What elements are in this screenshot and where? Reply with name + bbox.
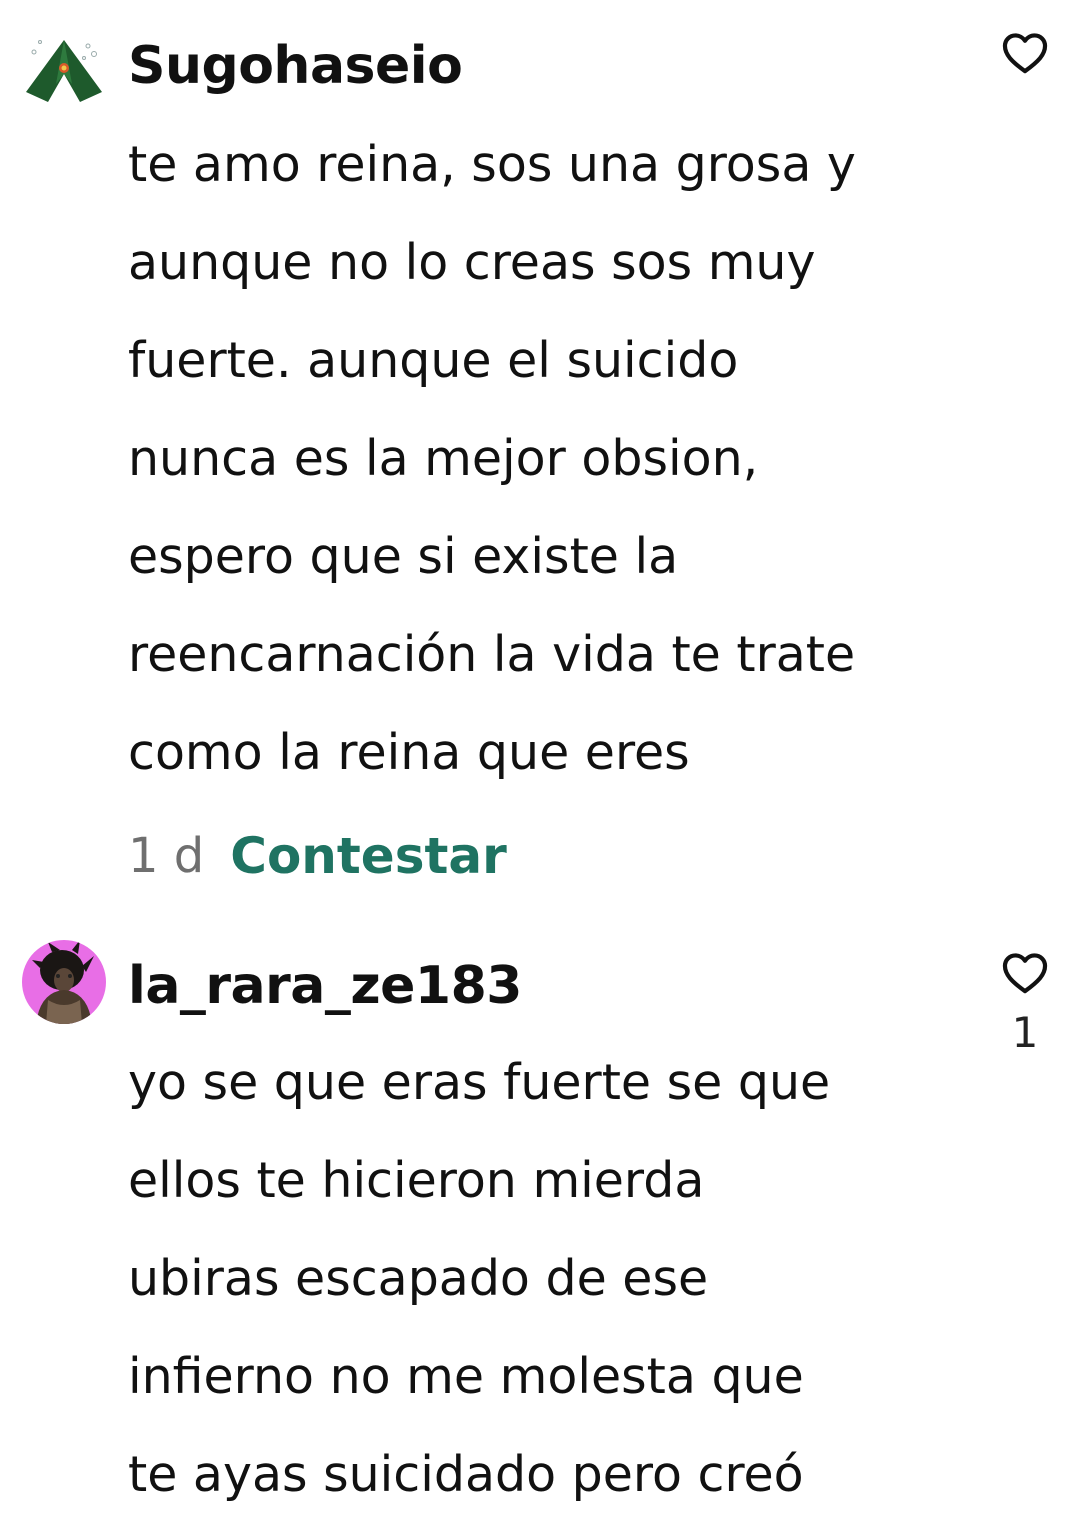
- avatar[interactable]: [22, 28, 106, 112]
- comment-text-line: como la reina que eres: [128, 724, 690, 781]
- comment-1: Sugohaseio te amo reina, sos una grosa y…: [0, 0, 1080, 900]
- heart-outline-icon: [1002, 953, 1048, 994]
- comment-text-line: te amo reina, sos una grosa y: [128, 136, 856, 193]
- green-tent-avatar-icon: [22, 28, 106, 112]
- like-count: 1: [1011, 1008, 1039, 1057]
- comment-text-line: yo se que eras fuerte se que: [128, 1054, 831, 1111]
- comment-2: la_rara_ze183 yo se que eras fuerte se q…: [0, 900, 1080, 1540]
- dark-figure-avatar-icon: [22, 940, 106, 1024]
- comment-text-line: reencarnación la vida te trate: [128, 626, 856, 683]
- like-button[interactable]: [994, 32, 1056, 74]
- heart-outline-icon: [1002, 33, 1048, 74]
- avatar[interactable]: [22, 940, 106, 1024]
- comment-text-line: nunca es la mejor obsion,: [128, 430, 759, 487]
- username[interactable]: la_rara_ze183: [128, 960, 522, 1012]
- reply-button[interactable]: Contestar: [230, 827, 507, 885]
- comment-meta: 1 d Contestar: [128, 826, 507, 886]
- comment-text-line: infierno no me molesta que: [128, 1348, 804, 1405]
- like-button[interactable]: 1: [994, 952, 1056, 1054]
- comment-text-line: fuerte. aunque el suicido: [128, 332, 739, 389]
- comment-text-line: te ayas suicidado pero creó: [128, 1446, 804, 1503]
- comment-text: yo se que eras fuerte se que ellos te hi…: [128, 1034, 968, 1524]
- username[interactable]: Sugohaseio: [128, 40, 463, 92]
- timestamp: 1 d: [128, 828, 205, 884]
- comment-text-line: espero que si existe la: [128, 528, 679, 585]
- comment-text-line: aunque no lo creas sos muy: [128, 234, 816, 291]
- comment-text-line: ubiras escapado de ese: [128, 1250, 709, 1307]
- comment-text: te amo reina, sos una grosa y aunque no …: [128, 116, 968, 802]
- comment-text-line: ellos te hicieron mierda: [128, 1152, 705, 1209]
